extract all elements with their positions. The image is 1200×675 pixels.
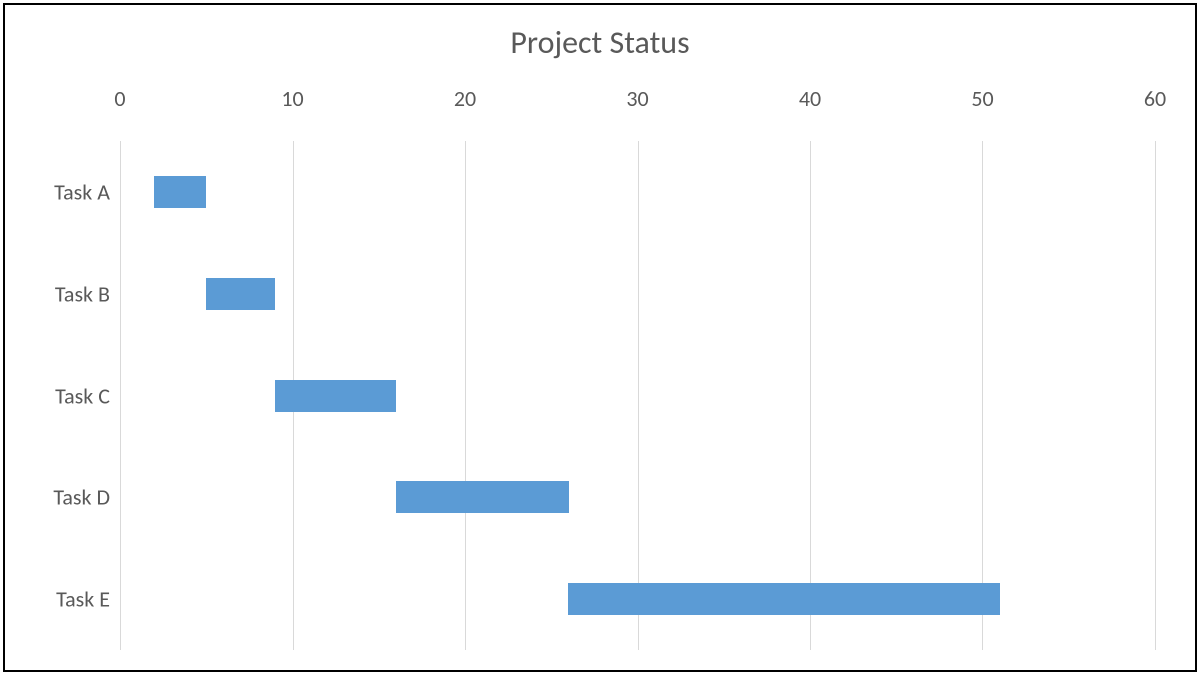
bar-task-e	[568, 583, 999, 615]
plot-wrap: 0 10 20 30 40 50 60 Task A Task B Task C…	[35, 85, 1165, 650]
y-label-1: Task B	[55, 280, 110, 307]
bar-task-c	[275, 380, 396, 412]
x-tick-6: 60	[1144, 85, 1166, 112]
x-tick-4: 40	[799, 85, 821, 112]
chart-title: Project Status	[5, 23, 1195, 62]
x-axis: 0 10 20 30 40 50 60	[120, 85, 1155, 125]
gridline	[810, 141, 811, 650]
x-tick-5: 50	[971, 85, 993, 112]
gridline	[465, 141, 466, 650]
bar-task-d	[396, 481, 569, 513]
y-label-0: Task A	[54, 178, 110, 205]
chart-container: Project Status 0 10 20 30 40 50 60 Task …	[3, 3, 1197, 672]
gridline	[120, 141, 121, 650]
x-tick-2: 20	[454, 85, 476, 112]
y-label-2: Task C	[55, 382, 110, 409]
x-tick-0: 0	[114, 85, 125, 112]
gridline	[1155, 141, 1156, 650]
gridline	[638, 141, 639, 650]
y-label-4: Task E	[56, 586, 110, 613]
bar-task-a	[154, 176, 206, 208]
gridline	[982, 141, 983, 650]
bar-task-b	[206, 278, 275, 310]
y-label-3: Task D	[53, 484, 110, 511]
plot-area	[120, 141, 1155, 650]
x-tick-3: 30	[626, 85, 648, 112]
y-axis-labels: Task A Task B Task C Task D Task E	[35, 141, 110, 650]
x-tick-1: 10	[281, 85, 303, 112]
